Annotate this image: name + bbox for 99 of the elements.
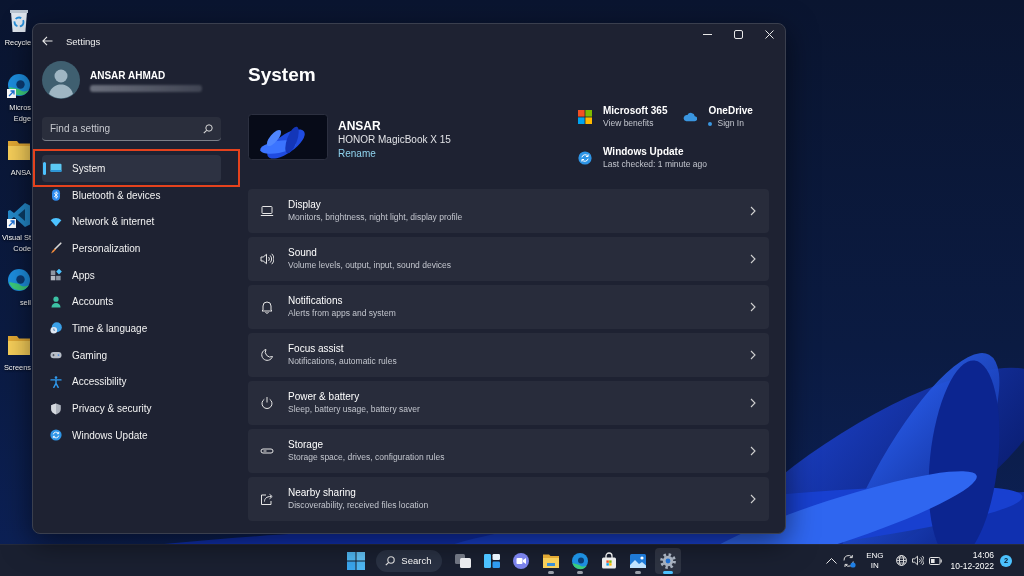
accessibility-icon <box>50 375 62 388</box>
nav-item[interactable]: Gaming <box>42 341 221 369</box>
bell-icon <box>260 300 274 314</box>
page-title: System <box>248 64 316 86</box>
card-subtitle: Volume levels, output, input, sound devices <box>288 259 452 272</box>
taskbar-search-button[interactable]: Search <box>376 549 443 572</box>
search-field[interactable]: Find a setting <box>42 117 221 141</box>
sync-arrows-icon <box>50 429 62 442</box>
monitor-icon <box>50 162 62 175</box>
close-icon <box>765 30 774 39</box>
chevron-right-icon <box>750 446 756 456</box>
battery-icon <box>928 556 942 565</box>
device-model: HONOR MagicBook X 15 <box>338 133 451 147</box>
cloud-icon <box>683 110 698 124</box>
chevron-right-icon <box>750 206 756 216</box>
search-icon <box>203 124 213 134</box>
shield-icon <box>50 402 62 415</box>
nav-item[interactable]: Network & internet <box>42 208 221 236</box>
nav-item[interactable]: Windows Update <box>42 421 221 449</box>
globe-icon <box>895 555 907 566</box>
service-title[interactable]: OneDrive <box>708 104 753 117</box>
chevron-right-icon <box>750 398 756 408</box>
recycle-bin-icon <box>7 7 31 33</box>
sync-arrows-icon <box>578 151 592 165</box>
settings-card[interactable]: Storage Storage space, drives, configuration rules <box>248 429 769 473</box>
card-title: Nearby sharing <box>288 486 356 499</box>
window-title: Settings <box>66 35 101 47</box>
widgets-icon <box>482 551 501 570</box>
selection-indicator <box>43 162 46 175</box>
four-color-squares-icon <box>578 110 592 124</box>
settings-card[interactable]: Sound Volume levels, output, input, sound devices <box>248 237 769 281</box>
nav-item[interactable]: Personalization <box>42 235 221 262</box>
wifi-icon <box>50 215 62 228</box>
settings-card[interactable]: Nearby sharing Discoverability, received files location <box>248 477 769 521</box>
chevron-right-icon <box>750 302 756 312</box>
speaker-icon <box>911 555 924 566</box>
card-title: Storage <box>288 438 324 451</box>
device-name: ANSAR <box>338 119 381 133</box>
swirl-browser-icon <box>7 267 31 293</box>
speaker-icon <box>260 252 274 266</box>
service-title[interactable]: Windows Update <box>603 145 684 158</box>
chevron-up-icon <box>825 557 837 564</box>
nav-item[interactable]: Accessibility <box>42 368 221 396</box>
settings-card[interactable]: Display Monitors, brightness, night light, display profile <box>248 189 769 233</box>
paintbrush-icon <box>50 242 62 255</box>
four-squares-icon <box>347 551 366 570</box>
card-subtitle: Discoverability, received files location <box>288 499 429 512</box>
nav-item[interactable]: Accounts <box>42 288 221 316</box>
card-title: Display <box>288 198 321 211</box>
nav-item[interactable]: Privacy & security <box>42 395 221 422</box>
card-subtitle: Storage space, drives, configuration rules <box>288 451 445 464</box>
sync-status-icon[interactable] <box>842 553 857 568</box>
moon-icon <box>260 348 274 362</box>
video-chat-icon <box>512 551 531 570</box>
minimize-icon <box>703 34 712 35</box>
chevron-right-icon <box>750 494 756 504</box>
service-subtitle: Last checked: 1 minute ago <box>603 158 707 171</box>
back-arrow-icon <box>41 36 53 46</box>
search-icon <box>385 555 396 566</box>
settings-card[interactable]: Notifications Alerts from apps and system <box>248 285 769 329</box>
card-title: Focus assist <box>288 342 344 355</box>
input-language-button[interactable]: ENG IN <box>862 547 888 574</box>
nav-item[interactable]: System <box>42 155 221 182</box>
app-grid-icon <box>50 269 62 282</box>
clock-button[interactable]: 14:06 10-12-2022 <box>947 547 997 574</box>
nav-item[interactable]: Time & language <box>42 315 221 342</box>
maximize-icon <box>734 30 743 39</box>
swirl-browser-icon <box>7 72 31 98</box>
person-icon <box>50 295 62 308</box>
shopping-bag-icon <box>600 551 619 570</box>
card-title: Sound <box>288 246 317 259</box>
chevron-right-icon <box>750 254 756 264</box>
landscape-picture-icon <box>629 551 648 570</box>
settings-icon <box>658 551 677 570</box>
card-title: Power & battery <box>288 390 360 403</box>
avatar-placeholder <box>42 61 80 99</box>
account-name: ANSAR AHMAD <box>90 68 167 82</box>
overlapping-windows-icon <box>453 551 472 570</box>
service-title[interactable]: Microsoft 365 <box>603 104 668 117</box>
laptop-icon <box>260 204 274 218</box>
card-subtitle: Notifications, automatic rules <box>288 355 397 368</box>
settings-card[interactable]: Power & battery Sleep, battery usage, battery saver <box>248 381 769 425</box>
nav-item[interactable]: Apps <box>42 261 221 289</box>
card-title: Notifications <box>288 294 343 307</box>
swirl-browser-icon <box>570 551 589 570</box>
power-icon <box>260 396 274 410</box>
nav-item[interactable]: Bluetooth & devices <box>42 181 221 209</box>
service-subtitle: View benefits <box>603 117 654 130</box>
share-icon <box>260 492 274 506</box>
rename-link[interactable]: Rename <box>338 147 376 161</box>
service-subtitle: Sign In <box>717 117 744 130</box>
bluetooth-icon <box>50 189 62 202</box>
card-subtitle: Sleep, battery usage, battery saver <box>288 403 420 416</box>
globe-clock-icon <box>50 322 62 335</box>
taskbar-app-button[interactable] <box>654 547 681 574</box>
card-subtitle: Monitors, brightness, night light, display profile <box>288 211 463 224</box>
card-subtitle: Alerts from apps and system <box>288 307 396 320</box>
settings-card[interactable]: Focus assist Notifications, automatic rules <box>248 333 769 377</box>
chevron-right-icon <box>750 350 756 360</box>
